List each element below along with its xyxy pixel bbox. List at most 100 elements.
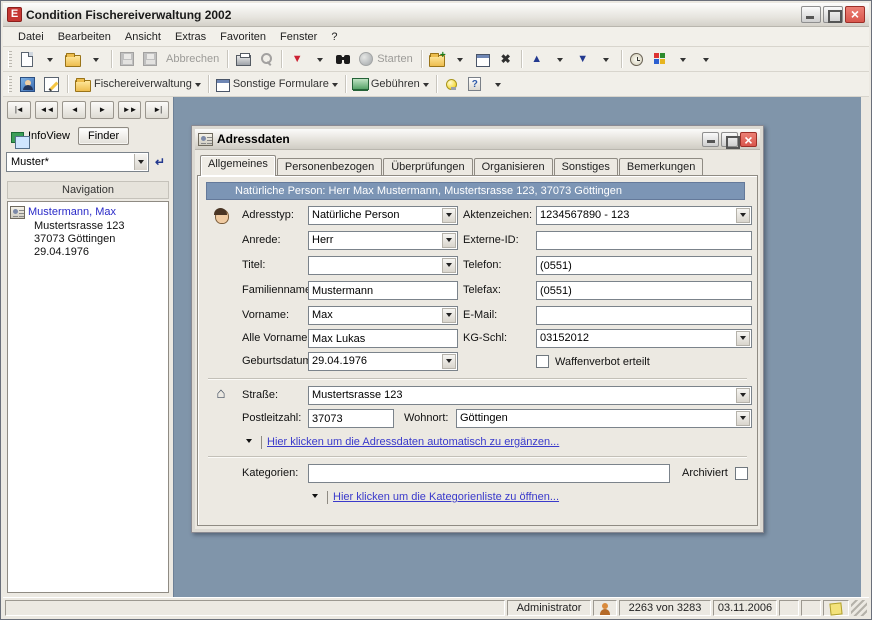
chevron-down-icon[interactable] [442, 354, 456, 369]
menu-hilfe[interactable]: ? [324, 29, 344, 45]
open-button[interactable] [62, 49, 84, 70]
resize-grip[interactable] [851, 600, 867, 616]
modules-button[interactable] [649, 49, 671, 70]
toolbar-grip[interactable] [8, 51, 12, 68]
fischereiverwaltung-menu-button[interactable]: Fischereiverwaltung [72, 74, 204, 95]
titel-combo[interactable] [308, 256, 458, 275]
familienname-input[interactable] [308, 281, 458, 300]
tab-sonstiges[interactable]: Sonstiges [554, 158, 618, 176]
modules-dropdown[interactable] [672, 49, 694, 70]
kategorien-input[interactable] [308, 464, 670, 483]
menu-favoriten[interactable]: Favoriten [213, 29, 273, 45]
abbrechen-button[interactable]: Abbrechen [162, 49, 223, 70]
person-view-button[interactable] [16, 74, 39, 95]
previous-record-button[interactable] [526, 49, 548, 70]
print-preview-button[interactable] [255, 49, 277, 70]
email-input[interactable] [536, 306, 752, 325]
address-link-dropdown[interactable] [242, 436, 256, 449]
chevron-down-icon[interactable] [442, 258, 456, 273]
tab-ueberpruefungen[interactable]: Überprüfungen [383, 158, 472, 176]
aktenzeichen-combo[interactable]: 1234567890 - 123 [536, 206, 752, 225]
chevron-down-icon[interactable] [736, 208, 750, 223]
filter-dropdown[interactable] [309, 49, 331, 70]
waffenverbot-checkbox[interactable] [536, 355, 549, 368]
infoview-button[interactable]: InfoView [7, 129, 74, 144]
save-button[interactable] [116, 49, 138, 70]
chevron-down-icon[interactable] [736, 331, 750, 346]
gebuehren-menu-button[interactable]: Gebühren [350, 74, 432, 95]
archiviert-checkbox[interactable] [735, 467, 748, 480]
tips-button[interactable] [441, 74, 463, 95]
chevron-down-icon[interactable] [736, 388, 750, 403]
open-form-button[interactable] [472, 49, 494, 70]
dialog-close-button[interactable] [740, 132, 757, 147]
chevron-down-icon[interactable] [442, 208, 456, 223]
telefon-input[interactable] [536, 256, 752, 275]
tab-bemerkungen[interactable]: Bemerkungen [619, 158, 704, 176]
dialog-maximize-button[interactable] [721, 132, 738, 147]
new-document-button[interactable] [16, 49, 38, 70]
fast-next-button[interactable]: ►► [118, 101, 142, 119]
history-button[interactable] [626, 49, 648, 70]
delete-button[interactable] [495, 49, 517, 70]
chevron-down-icon[interactable] [442, 233, 456, 248]
chevron-down-icon[interactable] [736, 411, 750, 426]
menu-fenster[interactable]: Fenster [273, 29, 324, 45]
wohnort-combo[interactable]: Göttingen [456, 409, 752, 428]
next-record-dropdown[interactable] [595, 49, 617, 70]
geburtsdatum-combo[interactable]: 29.04.1976 [308, 352, 458, 371]
starten-button[interactable]: Starten [355, 49, 416, 70]
telefax-input[interactable] [536, 281, 752, 300]
fast-previous-button[interactable]: ◄◄ [35, 101, 59, 119]
menu-datei[interactable]: Datei [11, 29, 51, 45]
adresstyp-combo[interactable]: Natürliche Person [308, 206, 458, 225]
alle-vornamen-input[interactable] [308, 329, 458, 348]
search-execute-button[interactable] [152, 153, 170, 171]
maximize-button[interactable] [823, 6, 843, 23]
postleitzahl-input[interactable] [308, 409, 394, 428]
status-notes-cell[interactable] [823, 600, 849, 616]
search-button[interactable] [332, 49, 354, 70]
chevron-down-icon[interactable] [442, 308, 456, 323]
toolbar-grip[interactable] [8, 76, 12, 93]
search-dropdown-button[interactable] [134, 154, 147, 170]
last-record-button[interactable]: ►| [145, 101, 169, 119]
edit-button[interactable] [40, 74, 63, 95]
tab-organisieren[interactable]: Organisieren [474, 158, 553, 176]
open-dropdown[interactable] [85, 49, 107, 70]
minimize-button[interactable] [801, 6, 821, 23]
print-button[interactable] [232, 49, 254, 70]
tab-allgemeines[interactable]: Allgemeines [200, 155, 276, 176]
open-categories-link[interactable]: Hier klicken um die Kategorienliste zu ö… [333, 491, 559, 503]
help-dropdown[interactable] [487, 74, 509, 95]
filter-button[interactable] [286, 49, 308, 70]
save-all-button[interactable] [139, 49, 161, 70]
menu-extras[interactable]: Extras [168, 29, 213, 45]
sonstige-formulare-menu-button[interactable]: Sonstige Formulare [213, 74, 341, 95]
anrede-combo[interactable]: Herr [308, 231, 458, 250]
kg-schl-combo[interactable]: 03152012 [536, 329, 752, 348]
new-address-dropdown[interactable] [449, 49, 471, 70]
first-record-button[interactable]: |◄ [7, 101, 31, 119]
categories-link-dropdown[interactable] [308, 491, 322, 504]
list-item[interactable]: Mustermann, Max [10, 205, 166, 220]
previous-record-dropdown[interactable] [549, 49, 571, 70]
new-address-button[interactable] [426, 49, 448, 70]
previous-button[interactable]: ◄ [62, 101, 86, 119]
finder-button[interactable]: Finder [78, 127, 129, 145]
vorname-combo[interactable]: Max [308, 306, 458, 325]
autocomplete-address-link[interactable]: Hier klicken um die Adressdaten automati… [267, 436, 559, 448]
toolbar-options-button[interactable] [695, 49, 717, 70]
new-document-dropdown[interactable] [39, 49, 61, 70]
menu-bearbeiten[interactable]: Bearbeiten [51, 29, 118, 45]
menu-ansicht[interactable]: Ansicht [118, 29, 168, 45]
externe-id-input[interactable] [536, 231, 752, 250]
next-button[interactable]: ► [90, 101, 114, 119]
next-record-button[interactable] [572, 49, 594, 70]
search-result-list[interactable]: Mustermann, Max Mustertsrasse 123 37073 … [7, 201, 169, 593]
close-button[interactable] [845, 6, 865, 23]
tab-personenbezogen[interactable]: Personenbezogen [277, 158, 382, 176]
search-input[interactable] [9, 154, 132, 170]
strasse-combo[interactable]: Mustertsrasse 123 [308, 386, 752, 405]
dialog-minimize-button[interactable] [702, 132, 719, 147]
